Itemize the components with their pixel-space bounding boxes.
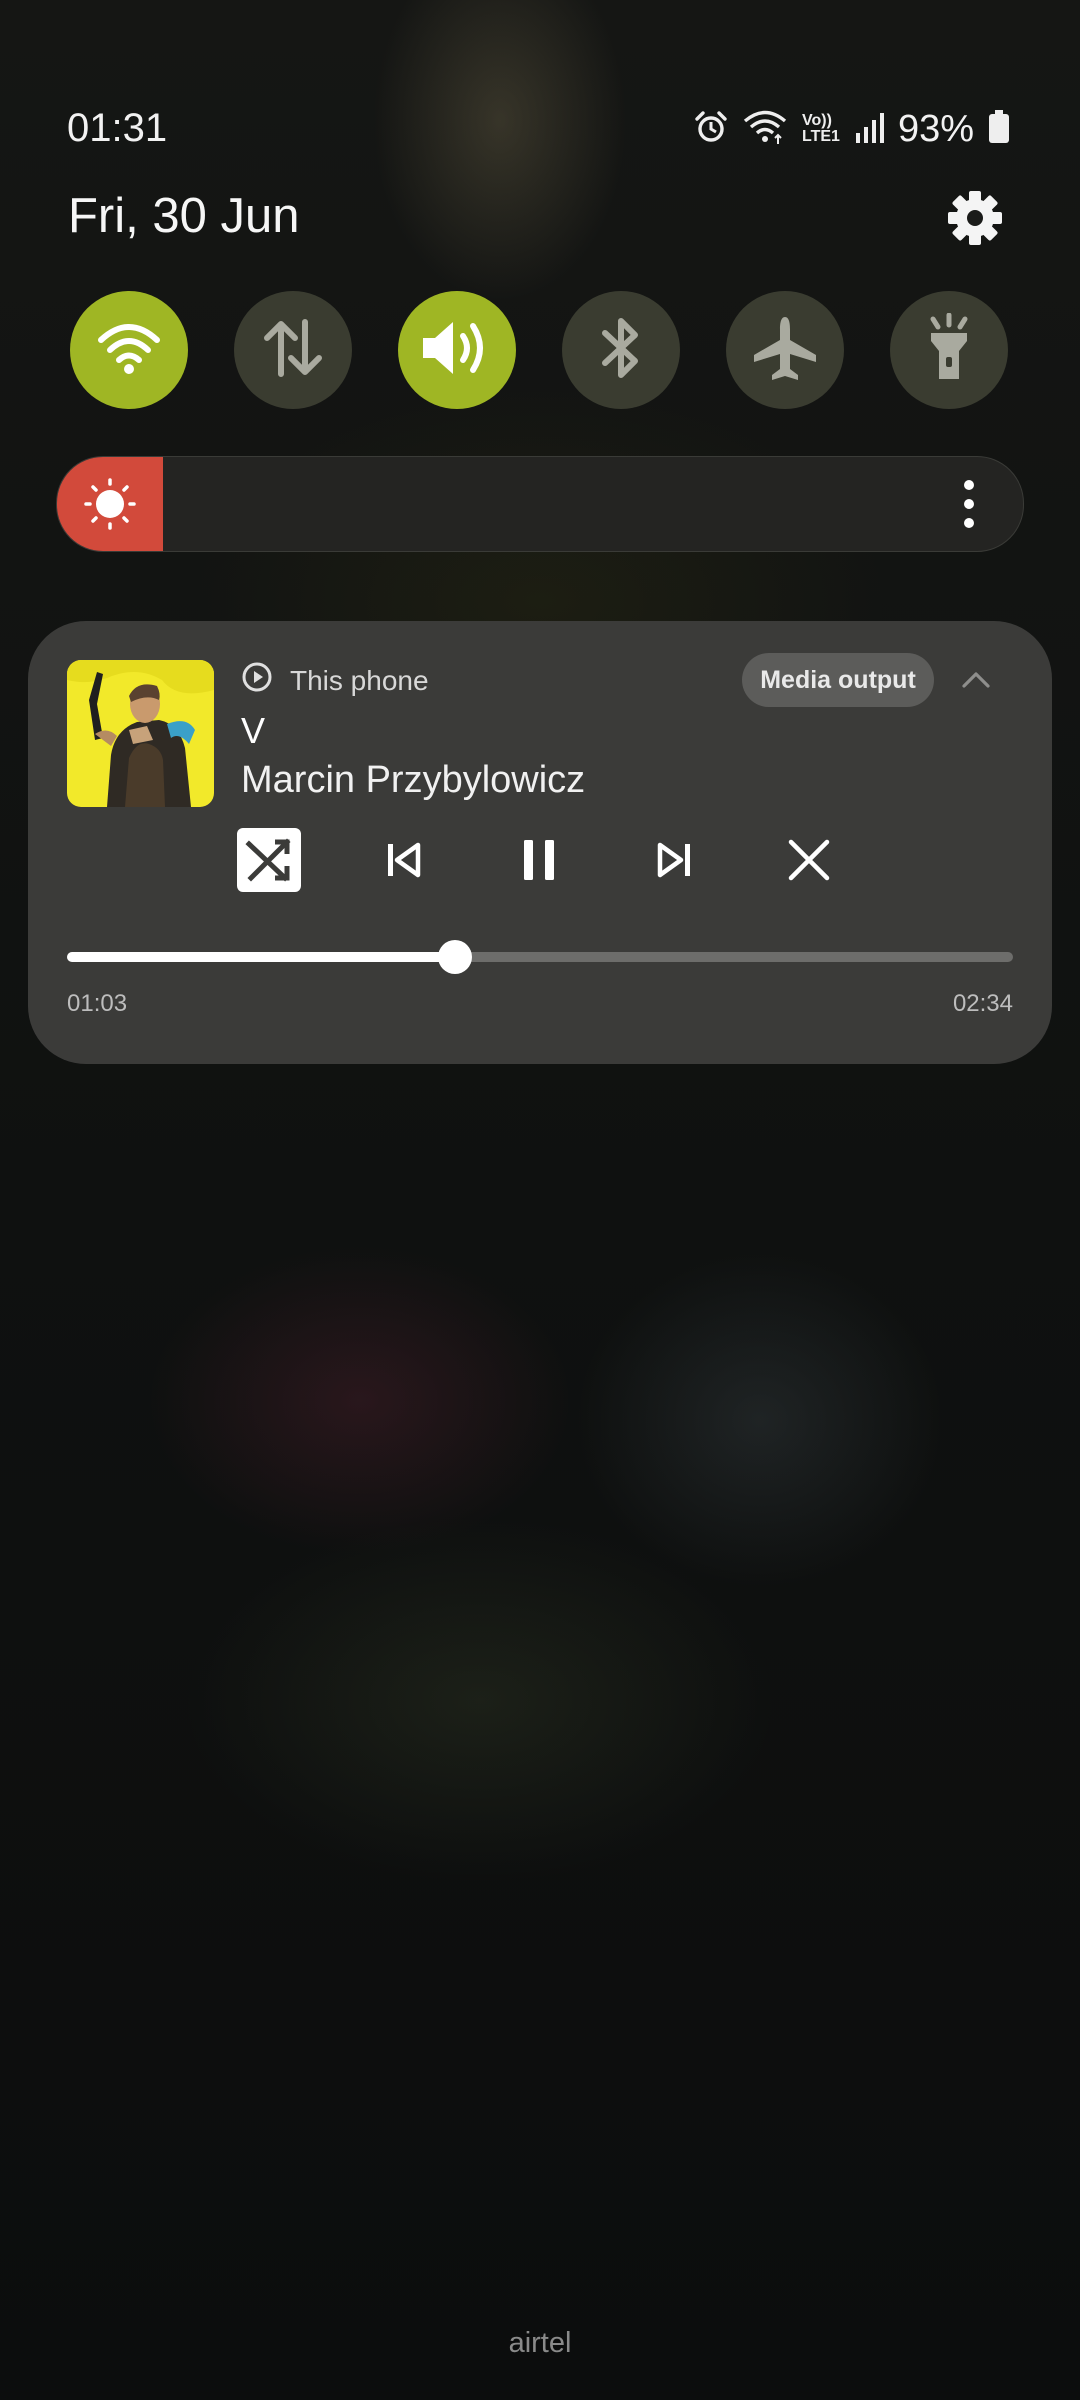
- alarm-icon: [694, 110, 728, 149]
- next-button[interactable]: [641, 829, 707, 895]
- skip-previous-icon: [384, 840, 424, 885]
- wifi-icon: [97, 320, 161, 381]
- battery-percent: 93%: [897, 107, 974, 150]
- settings-gear-icon[interactable]: [945, 188, 1005, 248]
- wifi-tile[interactable]: [70, 291, 188, 409]
- collapse-chevron-up-icon[interactable]: [958, 665, 994, 695]
- battery-icon: [988, 109, 1010, 149]
- seek-bar-thumb[interactable]: [437, 940, 472, 974]
- play-circle-icon: [241, 661, 273, 693]
- status-time: 01:31: [67, 106, 168, 150]
- mobile-data-tile[interactable]: [234, 291, 352, 409]
- wifi-status-icon: [742, 109, 788, 150]
- signal-icon: [854, 111, 884, 148]
- airplane-icon: [750, 313, 820, 388]
- shuffle-icon: [237, 827, 301, 897]
- close-player-button[interactable]: [776, 829, 842, 895]
- media-player-card: This phone Media output V Marcin Przybyl…: [28, 621, 1052, 1064]
- bluetooth-icon: [597, 313, 645, 388]
- airplane-tile[interactable]: [726, 291, 844, 409]
- output-device-label: This phone: [290, 665, 429, 696]
- skip-next-icon: [654, 840, 694, 885]
- flashlight-icon: [923, 312, 975, 388]
- seek-bar-progress: [67, 952, 455, 962]
- lte-label: LTE1: [802, 128, 840, 145]
- sound-tile[interactable]: [398, 291, 516, 409]
- seek-bar[interactable]: [67, 940, 1013, 974]
- pause-button[interactable]: [506, 829, 572, 895]
- pause-icon: [519, 838, 559, 887]
- total-duration: 02:34: [952, 990, 1013, 1017]
- media-output-button[interactable]: Media output: [742, 653, 934, 707]
- previous-button[interactable]: [371, 829, 437, 895]
- network-type-indicator: Vo)) LTE1: [802, 113, 840, 145]
- elapsed-time: 01:03: [67, 990, 128, 1017]
- date-label: Fri, 30 Jun: [68, 189, 300, 243]
- brightness-slider[interactable]: [56, 456, 1024, 552]
- more-options-icon[interactable]: [961, 479, 977, 529]
- flashlight-tile[interactable]: [890, 291, 1008, 409]
- speaker-icon: [419, 316, 495, 385]
- bluetooth-tile[interactable]: [562, 291, 680, 409]
- close-icon: [787, 838, 831, 887]
- data-arrows-icon: [261, 316, 325, 385]
- status-icons: Vo)) LTE1 93%: [694, 104, 1010, 154]
- track-title: V: [241, 710, 266, 751]
- track-artist: Marcin Przybylowicz: [241, 759, 586, 801]
- shuffle-button[interactable]: [236, 827, 302, 897]
- volte-label: Vo)): [802, 112, 832, 129]
- album-art[interactable]: [67, 660, 214, 807]
- carrier-label: airtel: [508, 2327, 572, 2359]
- brightness-sun-icon: [83, 477, 137, 531]
